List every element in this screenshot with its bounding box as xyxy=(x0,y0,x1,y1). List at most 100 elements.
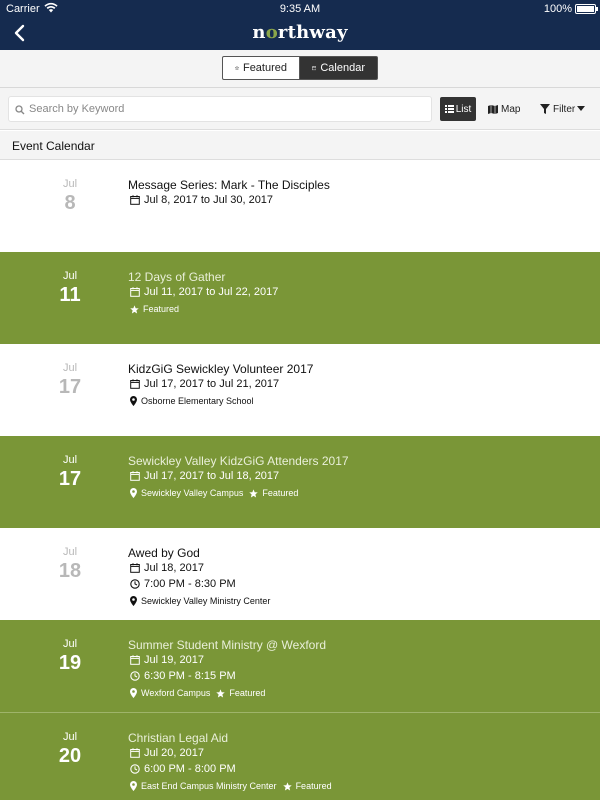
featured-tag: Featured xyxy=(282,781,332,791)
event-date: Jul 18, 2017 xyxy=(144,562,204,574)
list-view-button[interactable]: List xyxy=(440,97,476,121)
caret-down-icon xyxy=(577,106,586,111)
calendar-icon xyxy=(130,655,140,665)
event-location: Osborne Elementary School xyxy=(141,396,254,406)
search-input[interactable] xyxy=(29,97,419,121)
event-row[interactable]: Jul 19 Summer Student Ministry @ Wexford… xyxy=(0,620,600,712)
event-meta-line: Sewickley Valley Ministry Center xyxy=(130,596,270,606)
map-marker-icon xyxy=(130,781,137,791)
star-icon xyxy=(130,304,139,313)
event-month: Jul xyxy=(62,270,78,282)
calendar-icon xyxy=(130,287,140,297)
filter-button[interactable]: Filter xyxy=(540,97,586,121)
filter-label: Filter xyxy=(553,103,576,115)
event-time-line: 6:00 PM - 8:00 PM xyxy=(130,763,236,775)
search-toolbar: List Map Filter xyxy=(0,88,600,130)
event-meta-line: East End Campus Ministry Center Featured xyxy=(130,781,332,791)
event-meta-line: Sewickley Valley Campus Featured xyxy=(130,488,298,498)
calendar-icon xyxy=(130,195,140,205)
event-row[interactable]: Jul 11 12 Days of Gather Jul 11, 2017 to… xyxy=(0,252,600,344)
tab-calendar[interactable]: Calendar xyxy=(300,56,378,80)
event-meta-line: Featured xyxy=(130,304,179,314)
event-time: 7:00 PM - 8:30 PM xyxy=(144,578,236,590)
event-month: Jul xyxy=(62,546,78,558)
event-title: Summer Student Ministry @ Wexford xyxy=(128,638,327,652)
event-date-line: Jul 20, 2017 xyxy=(130,747,204,759)
clock-icon xyxy=(130,579,140,589)
featured-badge: Featured xyxy=(229,688,266,698)
calendar-icon xyxy=(130,748,140,758)
event-month: Jul xyxy=(62,454,78,466)
event-date-line: Jul 18, 2017 xyxy=(130,562,204,574)
star-icon xyxy=(216,688,226,697)
event-date-line: Jul 17, 2017 to Jul 18, 2017 xyxy=(130,470,279,482)
event-meta-line: Wexford Campus Featured xyxy=(130,688,265,698)
event-date: Jul 17, 2017 to Jul 18, 2017 xyxy=(144,470,280,482)
event-month: Jul xyxy=(62,731,78,743)
event-row[interactable]: Jul 17 KidzGiG Sewickley Volunteer 2017 … xyxy=(0,344,600,436)
section-header: Event Calendar xyxy=(0,131,600,160)
map-icon xyxy=(488,104,498,114)
event-row[interactable]: Jul 20 Christian Legal Aid Jul 20, 2017 … xyxy=(0,712,600,800)
map-marker-icon xyxy=(130,596,137,606)
event-location: Sewickley Valley Campus xyxy=(141,488,244,498)
clock-icon xyxy=(130,764,140,774)
event-date-line: Jul 17, 2017 to Jul 21, 2017 xyxy=(130,378,279,390)
top-bar: Carrier 9:35 AM 100% northway xyxy=(0,0,600,50)
calendar-icon xyxy=(130,471,140,481)
tab-calendar-label: Calendar xyxy=(320,62,365,74)
tab-featured[interactable]: Featured xyxy=(222,56,300,80)
event-date: Jul 20, 2017 xyxy=(144,747,204,759)
status-bar: Carrier 9:35 AM 100% xyxy=(0,0,600,18)
segment-bar: Featured Calendar xyxy=(0,50,600,88)
map-view-label: Map xyxy=(501,103,521,115)
event-list: Jul 8 Message Series: Mark - The Discipl… xyxy=(0,160,600,800)
event-time-line: 6:30 PM - 8:15 PM xyxy=(130,670,236,682)
logo-accent: o xyxy=(265,22,278,43)
battery-percent: 100% xyxy=(543,3,572,15)
funnel-icon xyxy=(540,104,550,114)
featured-badge: Featured xyxy=(143,304,180,314)
event-date: Jul 11, 2017 to Jul 22, 2017 xyxy=(144,286,279,298)
event-row[interactable]: Jul 8 Message Series: Mark - The Discipl… xyxy=(0,160,600,252)
event-day: 17 xyxy=(58,468,82,490)
event-day: 8 xyxy=(64,192,76,214)
featured-calendar-toggle: Featured Calendar xyxy=(222,56,378,80)
event-month: Jul xyxy=(62,638,78,650)
event-date-line: Jul 8, 2017 to Jul 30, 2017 xyxy=(130,194,273,206)
event-day: 18 xyxy=(58,560,82,582)
featured-badge: Featured xyxy=(262,488,299,498)
event-date-line: Jul 11, 2017 to Jul 22, 2017 xyxy=(130,286,278,298)
map-marker-icon xyxy=(130,396,137,406)
event-title: 12 Days of Gather xyxy=(128,270,226,284)
featured-tag: Featured xyxy=(216,688,265,698)
event-title: KidzGiG Sewickley Volunteer 2017 xyxy=(128,362,314,376)
event-title: Christian Legal Aid xyxy=(128,731,229,745)
event-time: 6:30 PM - 8:15 PM xyxy=(144,670,236,682)
event-date: Jul 17, 2017 to Jul 21, 2017 xyxy=(144,378,280,390)
event-title: Sewickley Valley KidzGiG Attenders 2017 xyxy=(128,454,349,468)
event-row[interactable]: Jul 18 Awed by God Jul 18, 2017 7:00 PM … xyxy=(0,528,600,620)
event-location: East End Campus Ministry Center xyxy=(141,781,277,791)
tab-featured-label: Featured xyxy=(242,62,287,74)
event-date-line: Jul 19, 2017 xyxy=(130,654,204,666)
event-title: Message Series: Mark - The Disciples xyxy=(128,178,330,192)
northway-logo: northway xyxy=(252,22,348,43)
search-icon xyxy=(15,105,25,115)
event-time: 6:00 PM - 8:00 PM xyxy=(144,763,236,775)
featured-tag: Featured xyxy=(249,488,298,498)
calendar-icon xyxy=(312,66,317,71)
map-view-button[interactable]: Map xyxy=(488,97,520,121)
star-icon xyxy=(249,488,259,497)
list-icon xyxy=(444,105,454,113)
battery-icon xyxy=(575,4,598,14)
event-date: Jul 19, 2017 xyxy=(144,654,204,666)
calendar-icon xyxy=(130,379,140,389)
event-day: 11 xyxy=(59,284,81,306)
event-day: 17 xyxy=(58,376,82,398)
event-date: Jul 8, 2017 to Jul 30, 2017 xyxy=(144,194,274,206)
event-row[interactable]: Jul 17 Sewickley Valley KidzGiG Attender… xyxy=(0,436,600,528)
star-outline-icon xyxy=(235,65,239,71)
calendar-icon xyxy=(130,563,140,573)
event-month: Jul xyxy=(62,362,78,374)
